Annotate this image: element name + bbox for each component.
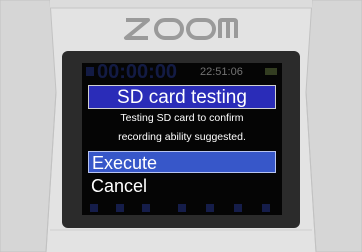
status-bar: 00:00:00 22:51:06 <box>82 63 282 83</box>
dialog-message-line-2: recording ability suggested. <box>118 131 246 143</box>
clock: 22:51:06 <box>200 66 243 78</box>
rec-indicator-icon <box>86 67 94 76</box>
cancel-option[interactable]: Cancel <box>88 175 276 197</box>
zoom-logo <box>124 18 238 40</box>
dialog-title: SD card testing <box>88 85 276 109</box>
rec-time: 00:00:00 <box>97 63 178 83</box>
speaker-icon <box>142 204 150 212</box>
usb-icon <box>234 204 242 212</box>
execute-option[interactable]: Execute <box>88 151 276 173</box>
battery-icon <box>265 68 277 75</box>
rec-icon <box>206 204 214 212</box>
dialog-message: Testing SD card to confirm recording abi… <box>88 109 276 149</box>
sd-card-testing-dialog: SD card testing Testing SD card to confi… <box>88 85 276 200</box>
bottom-icon-bar <box>82 201 282 215</box>
folder-icon <box>90 204 98 212</box>
dialog-message-line-1: Testing SD card to confirm <box>120 112 244 124</box>
lcd-screen: 00:00:00 22:51:06 SD card testing Testin… <box>82 63 282 215</box>
settings-icon <box>262 204 270 212</box>
level-icon <box>178 204 186 212</box>
recorder-device: 00:00:00 22:51:06 SD card testing Testin… <box>0 0 362 252</box>
mic-icon <box>116 204 124 212</box>
